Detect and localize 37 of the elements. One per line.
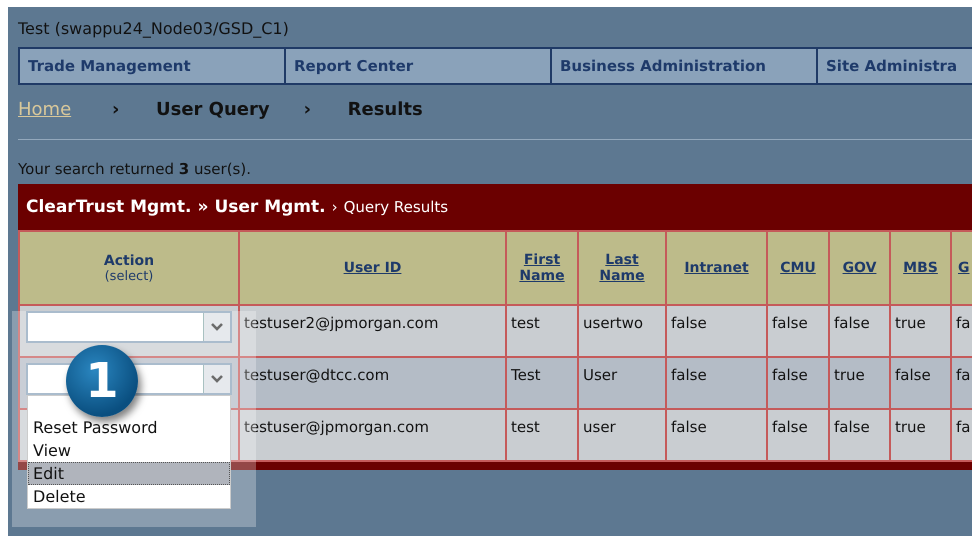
table-cell: false: [829, 409, 890, 461]
table-cell: true: [890, 409, 951, 461]
table-cell: test: [506, 305, 578, 357]
table-cell: false: [767, 409, 829, 461]
table-cell: fa: [951, 409, 972, 461]
panel-path-item: Query Results: [344, 198, 448, 216]
table-cell: testuser2@jpmorgan.com: [239, 305, 506, 357]
table-cell: false: [666, 357, 767, 409]
window-title: Test (swappu24_Node03/GSD_C1): [18, 19, 290, 40]
table-cell: true: [829, 357, 890, 409]
panel-path-item: User Mgmt.: [214, 197, 326, 217]
breadcrumb-item: User Query: [156, 98, 270, 120]
table-cell: fa: [951, 357, 972, 409]
table-cell: User: [578, 357, 666, 409]
table-cell: false: [890, 357, 951, 409]
table-cell: testuser@jpmorgan.com: [239, 409, 506, 461]
table-cell: true: [890, 305, 951, 357]
panel-path-item: ›: [332, 198, 338, 216]
panel-path-item: »: [197, 197, 208, 217]
panel-path-item: ClearTrust Mgmt.: [26, 197, 192, 217]
table-cell: usertwo: [578, 305, 666, 357]
breadcrumb-separator: ›: [112, 98, 120, 120]
table-cell: false: [767, 305, 829, 357]
table-cell: Test: [506, 357, 578, 409]
table-cell: false: [767, 357, 829, 409]
table-cell: false: [666, 305, 767, 357]
table-cell: false: [829, 305, 890, 357]
table-cell: user: [578, 409, 666, 461]
result-summary: Your search returned 3 user(s).: [18, 160, 252, 178]
table-cell: test: [506, 409, 578, 461]
breadcrumb-separator: ›: [304, 98, 312, 120]
column-header: Action: [102, 252, 156, 268]
column-subheader: (select): [104, 268, 154, 284]
table-cell: testuser@dtcc.com: [239, 357, 506, 409]
table-cell: false: [666, 409, 767, 461]
breadcrumb-item: Results: [348, 98, 423, 120]
table-cell: fa: [951, 305, 972, 357]
